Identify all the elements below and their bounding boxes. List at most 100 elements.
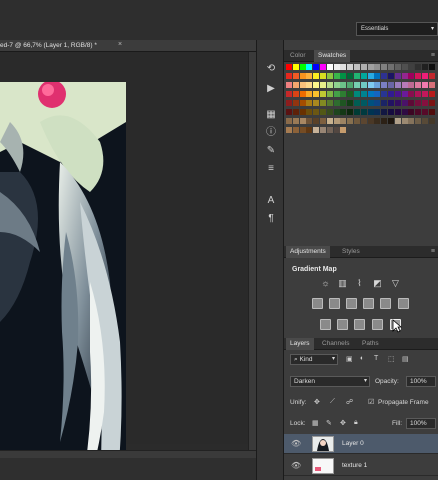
swatch[interactable]: [313, 91, 320, 97]
color-balance-icon[interactable]: [329, 298, 340, 309]
eye-icon[interactable]: 👁︎: [291, 461, 301, 470]
swatch[interactable]: [347, 91, 354, 97]
opacity-field[interactable]: 100%: [406, 376, 436, 387]
swatch[interactable]: [286, 127, 292, 133]
swatch[interactable]: [367, 109, 374, 115]
swatch[interactable]: [292, 118, 299, 124]
swatch[interactable]: [401, 64, 408, 70]
swatch[interactable]: [408, 73, 415, 79]
lock-pixels-icon[interactable]: ✎: [326, 419, 332, 427]
swatch[interactable]: [292, 100, 299, 106]
swatch[interactable]: [340, 64, 347, 70]
swatch[interactable]: [320, 91, 326, 97]
tab-layers[interactable]: Layers: [286, 338, 314, 350]
swatch[interactable]: [347, 64, 354, 70]
color-lookup-icon[interactable]: [398, 298, 409, 309]
unify-position-icon[interactable]: ✥: [314, 398, 320, 406]
threshold-icon[interactable]: [354, 319, 365, 330]
swatch[interactable]: [360, 64, 367, 70]
swatch[interactable]: [299, 127, 306, 133]
swatch[interactable]: [286, 100, 292, 106]
swatch[interactable]: [313, 127, 320, 133]
swatch[interactable]: [299, 91, 306, 97]
swatch[interactable]: [333, 100, 340, 106]
unify-visibility-icon[interactable]: ⟋: [330, 398, 335, 406]
swatch[interactable]: [313, 118, 320, 124]
swatch[interactable]: [388, 73, 394, 79]
swatch[interactable]: [367, 73, 374, 79]
swatch[interactable]: [354, 100, 360, 106]
swatch[interactable]: [306, 127, 313, 133]
swatch[interactable]: [299, 118, 306, 124]
swatch[interactable]: [360, 82, 367, 88]
eye-icon[interactable]: 👁︎: [291, 439, 301, 448]
swatch[interactable]: [354, 82, 360, 88]
swatch[interactable]: [333, 127, 340, 133]
swatch[interactable]: [286, 73, 292, 79]
swatch[interactable]: [401, 73, 408, 79]
brightness-icon[interactable]: ☼: [320, 278, 331, 289]
swatch[interactable]: [428, 118, 435, 124]
tab-channels[interactable]: Channels: [318, 338, 353, 350]
swatch[interactable]: [408, 64, 415, 70]
filter-adjustment-icon[interactable]: ◐: [360, 355, 364, 362]
swatch[interactable]: [320, 82, 326, 88]
swatch[interactable]: [333, 64, 340, 70]
properties-icon[interactable]: ▦: [264, 108, 278, 122]
swatch[interactable]: [299, 73, 306, 79]
swatch[interactable]: [333, 91, 340, 97]
document-tab[interactable]: ed-7 @ 66,7% (Layer 1, RGB/8) * ×: [0, 40, 256, 52]
swatch[interactable]: [313, 64, 320, 70]
swatch[interactable]: [292, 73, 299, 79]
swatch[interactable]: [306, 82, 313, 88]
character-icon[interactable]: A: [264, 194, 278, 208]
swatch[interactable]: [333, 109, 340, 115]
panel-menu-icon[interactable]: ≡: [431, 246, 435, 258]
filter-pixel-icon[interactable]: ▣: [346, 355, 353, 363]
swatch[interactable]: [340, 118, 347, 124]
swatch[interactable]: [320, 109, 326, 115]
layer-row-texture-1[interactable]: 👁︎ texture 1: [284, 456, 438, 476]
swatch[interactable]: [394, 91, 401, 97]
swatch[interactable]: [367, 118, 374, 124]
swatch[interactable]: [374, 73, 381, 79]
swatch[interactable]: [401, 109, 408, 115]
swatch[interactable]: [347, 73, 354, 79]
swatch[interactable]: [347, 82, 354, 88]
swatch[interactable]: [401, 82, 408, 88]
swatch[interactable]: [326, 118, 333, 124]
swatch[interactable]: [422, 82, 428, 88]
black-white-icon[interactable]: [346, 298, 357, 309]
swatch[interactable]: [381, 73, 388, 79]
swatch[interactable]: [320, 118, 326, 124]
swatch[interactable]: [354, 91, 360, 97]
swatch[interactable]: [360, 73, 367, 79]
swatch[interactable]: [381, 64, 388, 70]
filter-smart-object-icon[interactable]: ▤: [402, 355, 409, 363]
swatch[interactable]: [347, 100, 354, 106]
layer-row-layer-0[interactable]: 👁︎ Layer 0: [284, 434, 438, 454]
swatch[interactable]: [422, 64, 428, 70]
unify-style-icon[interactable]: ☍: [346, 398, 353, 406]
swatch[interactable]: [299, 82, 306, 88]
swatch[interactable]: [415, 82, 422, 88]
swatch[interactable]: [394, 73, 401, 79]
swatch[interactable]: [326, 127, 333, 133]
swatch[interactable]: [381, 91, 388, 97]
swatch[interactable]: [333, 118, 340, 124]
swatch[interactable]: [292, 64, 299, 70]
swatch[interactable]: [415, 73, 422, 79]
swatch[interactable]: [374, 118, 381, 124]
invert-icon[interactable]: [320, 319, 331, 330]
swatch[interactable]: [286, 64, 292, 70]
tab-color[interactable]: Color: [286, 50, 310, 62]
swatch[interactable]: [306, 91, 313, 97]
swatch[interactable]: [367, 100, 374, 106]
vertical-scrollbar[interactable]: [248, 52, 256, 452]
swatch[interactable]: [422, 91, 428, 97]
swatch[interactable]: [394, 118, 401, 124]
swatch[interactable]: [388, 109, 394, 115]
close-icon[interactable]: ×: [118, 41, 122, 48]
swatch[interactable]: [340, 127, 347, 133]
fill-field[interactable]: 100%: [406, 418, 436, 429]
